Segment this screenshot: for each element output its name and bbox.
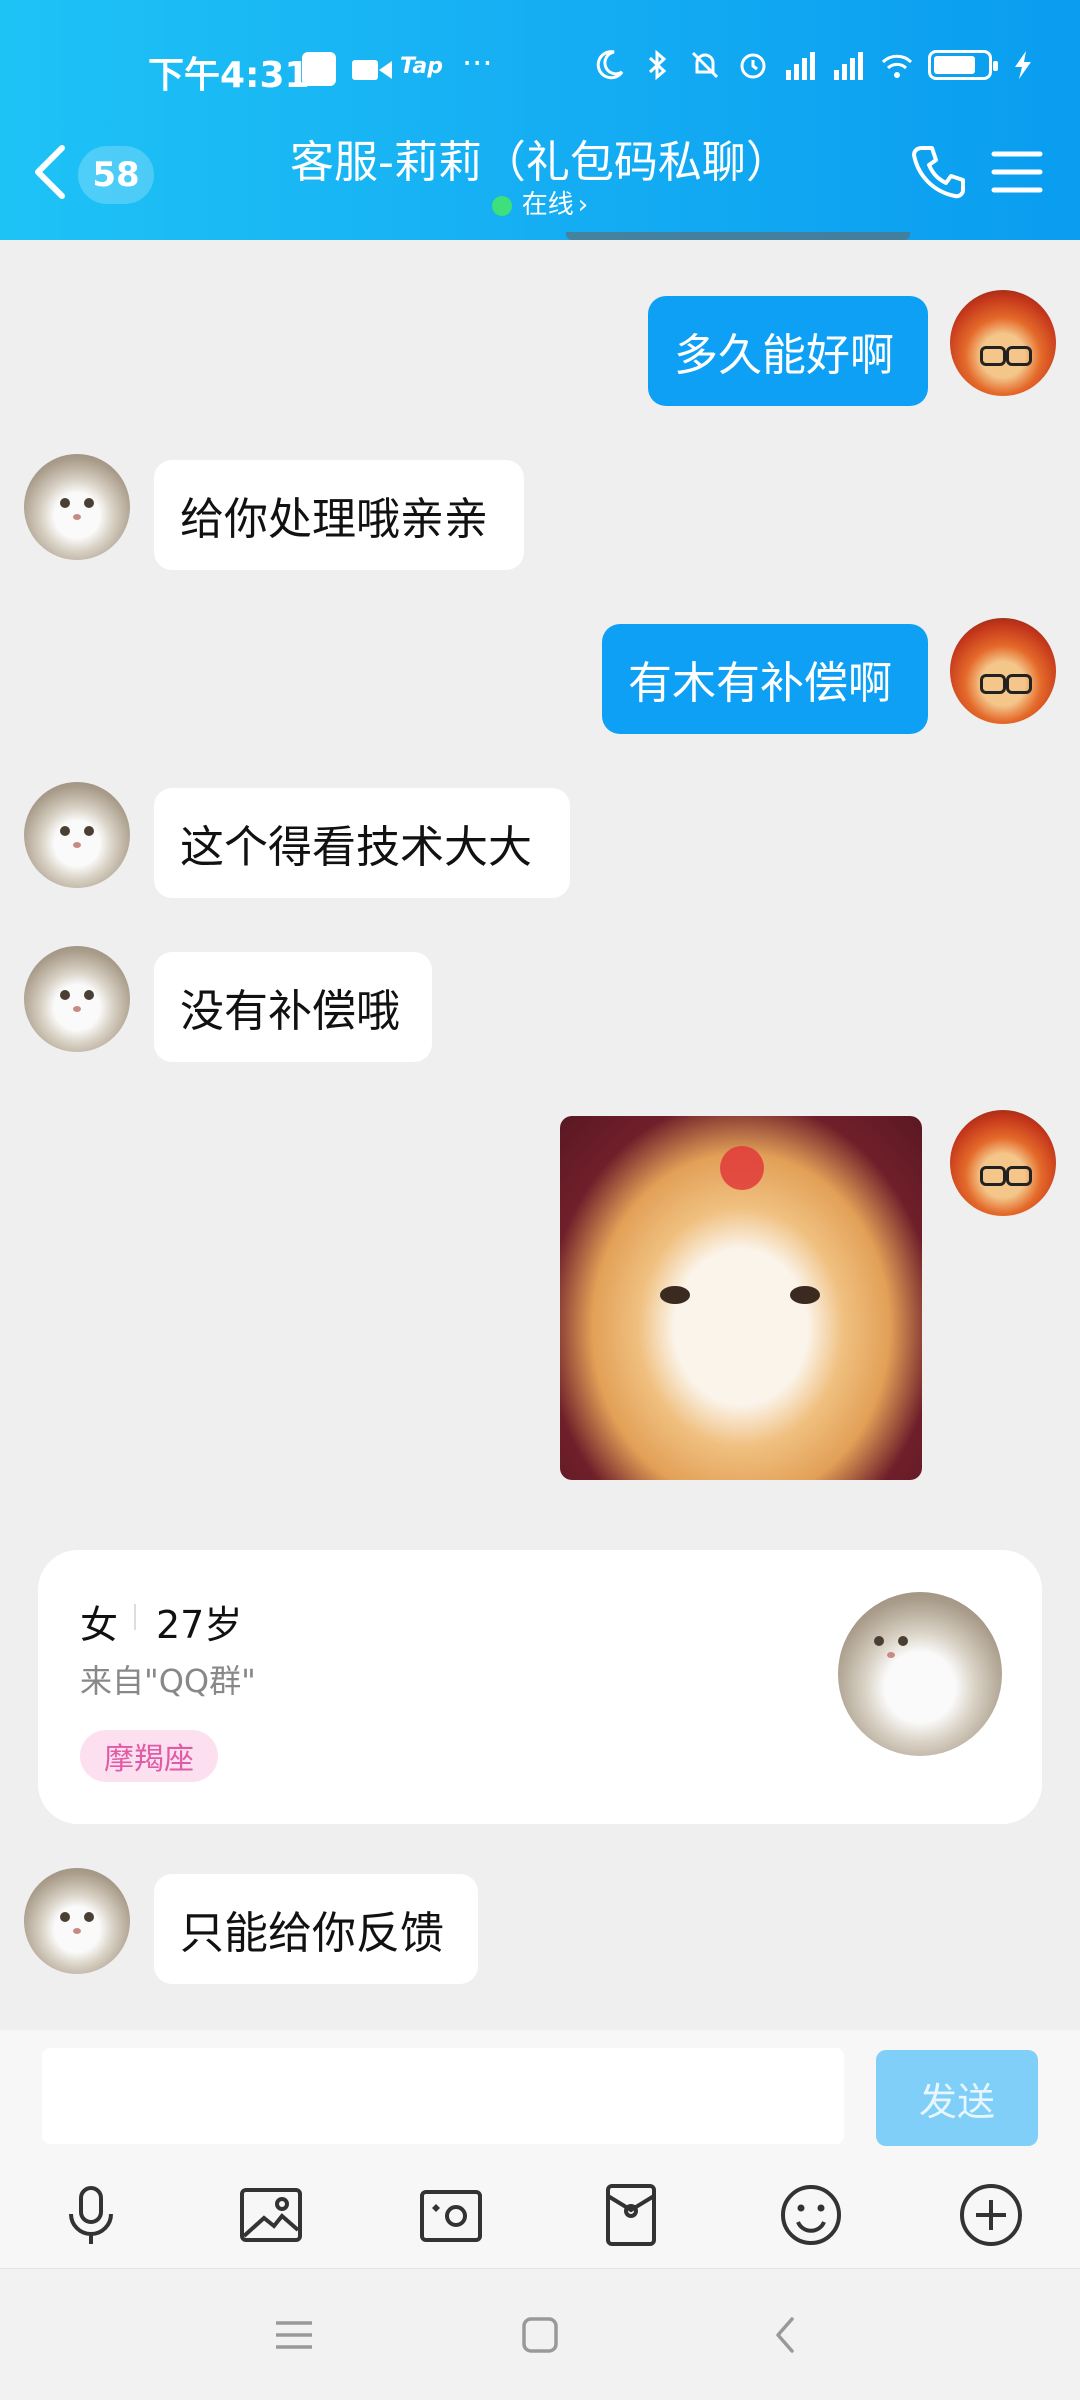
input-bar: 发送 xyxy=(0,2030,1080,2270)
battery-icon xyxy=(928,50,998,80)
camera-icon xyxy=(420,2190,482,2242)
contact-avatar[interactable] xyxy=(24,1868,130,1974)
status-bar: 下午4:31 Tap ··· xyxy=(0,40,1080,100)
my-avatar[interactable] xyxy=(950,1110,1056,1216)
voice-button[interactable] xyxy=(56,2180,126,2250)
camera-button[interactable] xyxy=(416,2180,486,2250)
contact-avatar[interactable] xyxy=(24,782,130,888)
message-input[interactable] xyxy=(42,2048,844,2144)
signal-hd-icon-2 xyxy=(834,52,863,80)
online-label: 在线 xyxy=(521,190,574,220)
bluetooth-icon xyxy=(648,49,667,81)
nav-bar: 58 客服-莉莉（礼包码私聊） 在线 › xyxy=(0,118,1080,228)
more-button[interactable] xyxy=(956,2180,1026,2250)
menu-button[interactable] xyxy=(990,144,1044,200)
divider xyxy=(134,1604,136,1630)
phone-call-button[interactable] xyxy=(908,142,968,202)
emoji-button[interactable] xyxy=(776,2180,846,2250)
mute-bell-icon xyxy=(691,51,719,79)
plus-icon xyxy=(960,2184,1022,2246)
message-bubble-incoming[interactable]: 给你处理哦亲亲 xyxy=(154,460,524,570)
message-bubble-incoming[interactable]: 这个得看技术大大 xyxy=(154,788,570,898)
status-time: 下午4:31 xyxy=(148,55,310,96)
microphone-icon xyxy=(69,2186,113,2244)
sticker-image-angry-cat[interactable] xyxy=(560,1116,922,1480)
image-button[interactable] xyxy=(236,2180,306,2250)
more-notifications-icon: ··· xyxy=(462,44,493,82)
status-icons xyxy=(592,48,1040,82)
previous-image-edge xyxy=(566,232,910,240)
profile-age: 27岁 xyxy=(156,1603,243,1647)
online-dot-icon xyxy=(491,195,512,216)
image-icon xyxy=(240,2188,302,2242)
profile-card[interactable]: 女 27岁 来自"QQ群" 摩羯座 xyxy=(38,1550,1042,1824)
message-bubble-outgoing[interactable]: 有木有补偿啊 xyxy=(602,624,928,734)
red-packet-icon xyxy=(606,2184,656,2246)
my-avatar[interactable] xyxy=(950,290,1056,396)
red-packet-button[interactable] xyxy=(596,2180,666,2250)
system-back-button[interactable] xyxy=(764,2313,808,2357)
notification-square-icon xyxy=(302,52,336,86)
send-button[interactable]: 发送 xyxy=(876,2050,1038,2146)
tap-app-icon: Tap xyxy=(400,54,443,79)
zodiac-tag: 摩羯座 xyxy=(80,1730,218,1782)
video-icon xyxy=(352,60,392,80)
message-bubble-outgoing[interactable]: 多久能好啊 xyxy=(648,296,928,406)
chat-header: 下午4:31 Tap ··· 58 客服-莉莉（礼包码私聊） 在线 › xyxy=(0,0,1080,240)
profile-avatar[interactable] xyxy=(838,1592,1002,1756)
contact-avatar[interactable] xyxy=(24,946,130,1052)
my-avatar[interactable] xyxy=(950,618,1056,724)
contact-avatar[interactable] xyxy=(24,454,130,560)
wifi-icon xyxy=(881,54,913,78)
recent-apps-button[interactable] xyxy=(272,2313,316,2357)
message-bubble-incoming[interactable]: 没有补偿哦 xyxy=(154,952,432,1062)
system-nav-bar xyxy=(0,2268,1080,2400)
profile-source: 来自"QQ群" xyxy=(80,1662,256,1700)
home-button[interactable] xyxy=(518,2313,562,2357)
profile-gender: 女 xyxy=(80,1603,119,1647)
emoji-icon xyxy=(781,2185,841,2245)
chevron-right-icon: › xyxy=(577,190,589,220)
signal-hd-icon xyxy=(786,52,815,80)
charging-bolt-icon xyxy=(1015,51,1031,79)
alarm-icon xyxy=(740,53,766,79)
moon-icon xyxy=(596,50,624,80)
message-bubble-incoming[interactable]: 只能给你反馈 xyxy=(154,1874,478,1984)
